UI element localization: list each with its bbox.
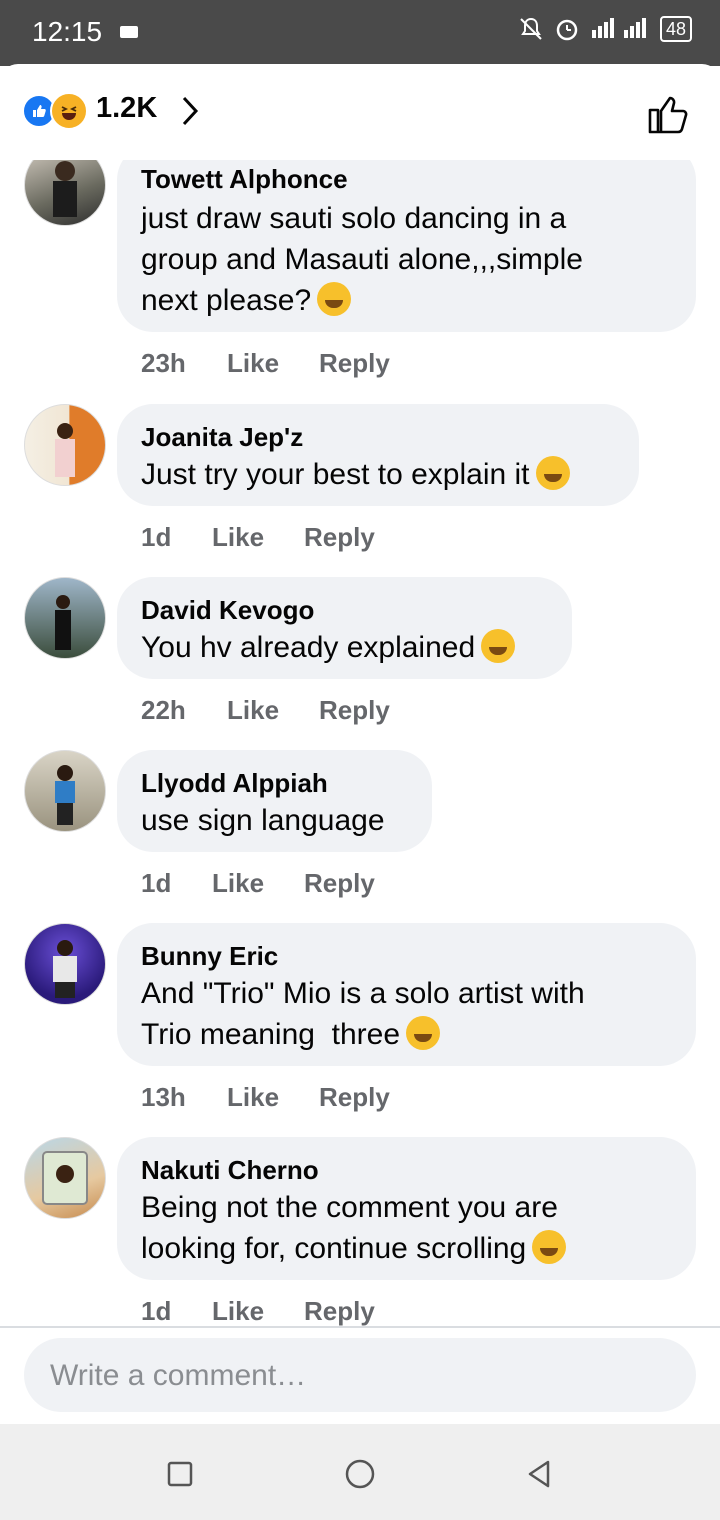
comment-author[interactable]: David Kevogo [141,595,314,626]
comment-time: 1d [141,868,172,898]
reply-link[interactable]: Reply [304,868,375,899]
comment-text: next please? [141,284,312,317]
hugging-face-emoji-icon [317,282,352,316]
comment-bubble[interactable]: Joanita Jep'z Just try your best to expl… [117,404,639,506]
recents-button[interactable] [160,1454,200,1494]
like-link[interactable]: Like [227,1082,279,1113]
avatar[interactable] [24,160,106,226]
reaction-count: 1.2K [96,92,158,124]
avatar[interactable] [24,750,106,832]
like-link[interactable]: Like [227,348,279,379]
avatar[interactable] [24,923,106,1005]
comment-author[interactable]: Nakuti Cherno [141,1155,319,1186]
haha-reaction-icon [50,92,88,130]
message-notification-icon [120,26,138,38]
comment-text-line: next please? [141,280,352,321]
avatar[interactable] [24,1137,106,1219]
comment-text-line: just draw sauti solo dancing in a [141,202,567,235]
grinning-emoji-icon [481,629,516,663]
battery-icon: 48 [659,16,692,42]
comment-time: 1d [141,1296,172,1326]
tears-of-joy-emoji-icon [406,1016,441,1050]
comment-text-line: Just try your best to explain it [141,454,570,495]
comment-list[interactable]: Towett Alphonce just draw sauti solo dan… [0,160,720,1326]
status-bar: 12:15 48 [0,0,720,66]
comment-text: Trio meaning three [141,1018,401,1051]
like-button[interactable] [644,90,692,138]
divider [0,1326,720,1328]
chevron-right-icon[interactable] [180,94,200,128]
comment-time: 13h [141,1082,186,1112]
comment-text: looking for, continue scrolling [141,1232,527,1265]
laughing-squint-emoji-icon [535,456,570,490]
eye-roll-emoji-icon [532,1230,567,1264]
comment-text-line: You hv already explained [141,627,516,668]
comment-author[interactable]: Towett Alphonce [141,164,348,195]
like-link[interactable]: Like [212,522,264,553]
comments-sheet: 1.2K Towett Alphonce just draw sauti sol… [0,64,720,1424]
comment-text-line: Being not the comment you are [141,1191,558,1224]
status-icons: 48 [518,16,692,42]
reply-link[interactable]: Reply [319,348,390,379]
comment-bubble[interactable]: David Kevogo You hv already explained [117,577,572,679]
signal-icon [591,18,646,38]
home-button[interactable] [340,1454,380,1494]
reply-link[interactable]: Reply [319,695,390,726]
like-link[interactable]: Like [227,695,279,726]
comment-text: Just try your best to explain it [141,458,530,491]
avatar[interactable] [24,404,106,486]
comment-text-line: Trio meaning three [141,1014,441,1055]
like-link[interactable]: Like [212,868,264,899]
reply-link[interactable]: Reply [304,1296,375,1326]
back-button[interactable] [520,1454,560,1494]
comment-bubble[interactable]: Bunny Eric And "Trio" Mio is a solo arti… [117,923,696,1066]
avatar[interactable] [24,577,106,659]
comment-time: 1d [141,522,172,552]
mute-bell-icon [520,17,542,40]
alarm-icon [556,19,578,41]
comment-time: 23h [141,348,186,378]
comment-bubble[interactable]: Nakuti Cherno Being not the comment you … [117,1137,696,1280]
comment-input[interactable] [48,1338,672,1414]
comment-author[interactable]: Joanita Jep'z [141,422,303,453]
reply-link[interactable]: Reply [319,1082,390,1113]
comment-bubble[interactable]: Llyodd Alppiah use sign language [117,750,432,852]
comment-text-line: looking for, continue scrolling [141,1228,567,1269]
like-link[interactable]: Like [212,1296,264,1326]
comment-bubble[interactable]: Towett Alphonce just draw sauti solo dan… [117,160,696,332]
comment-author[interactable]: Llyodd Alppiah [141,768,328,799]
comment-text: You hv already explained [141,631,476,664]
comment-text: use sign language [141,804,385,837]
system-nav-bar [0,1424,720,1520]
comment-text-line: group and Masauti alone,,,simple [141,243,583,276]
comment-text-line: And "Trio" Mio is a solo artist with [141,977,585,1010]
comment-composer[interactable] [24,1338,696,1414]
status-time: 12:15 [32,16,103,47]
comment-author[interactable]: Bunny Eric [141,941,278,972]
comment-time: 22h [141,695,186,725]
reply-link[interactable]: Reply [304,522,375,553]
reactions-header[interactable]: 1.2K [0,64,720,160]
